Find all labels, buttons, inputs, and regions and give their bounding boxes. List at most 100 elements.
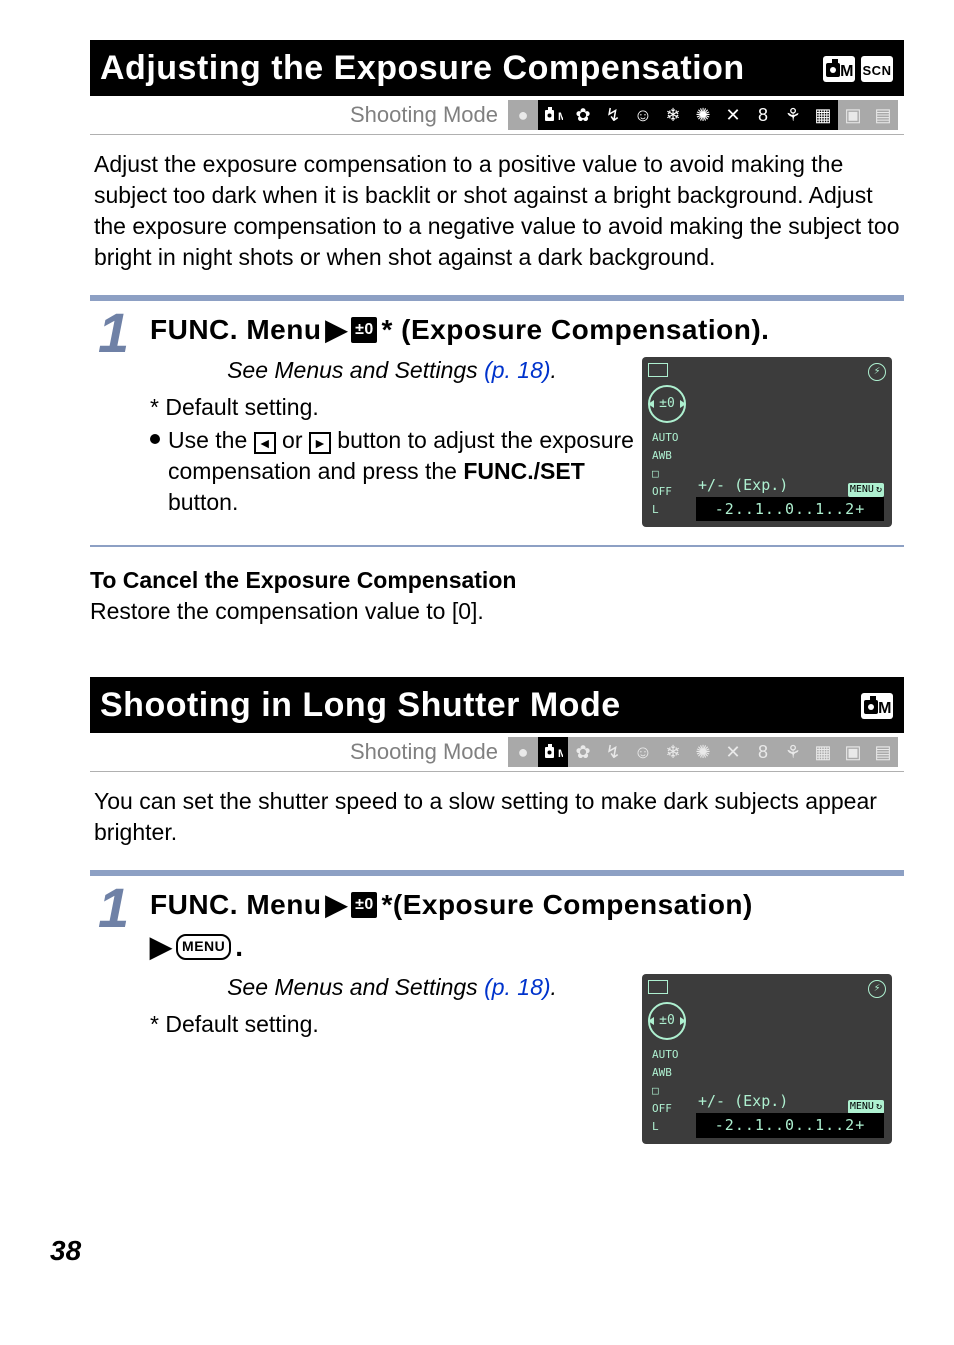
step2-title-a: FUNC. Menu bbox=[150, 886, 321, 924]
camera-screenshot: ⚡ ±0 AUTO AWB □ OFF L +/- (Exp.) MENU↻ -… bbox=[642, 357, 892, 527]
shot-scale: -2..1..0..1..2+ bbox=[696, 1113, 884, 1137]
step2-title-line2: ▶ MENU . bbox=[150, 928, 892, 966]
shot-left-column: AUTO AWB □ OFF L bbox=[652, 429, 679, 519]
see-menus-line-2: See Menus and Settings (p. 18). bbox=[150, 972, 634, 1003]
shot-size: L bbox=[652, 1118, 679, 1136]
triangle-right-icon: ▶ bbox=[150, 928, 172, 966]
shooting-mode-label: Shooting Mode bbox=[350, 100, 498, 130]
shot-off: OFF bbox=[652, 483, 679, 501]
mode-icon-stitch: ▣ bbox=[838, 100, 868, 130]
mode-icon-stitch: ▣ bbox=[838, 737, 868, 767]
mode-icon-snow: ❄ bbox=[658, 737, 688, 767]
step1-title-b: * (Exposure Compensation). bbox=[381, 311, 769, 349]
see-link-2[interactable]: (p. 18) bbox=[484, 974, 550, 1000]
section1-step: 1 FUNC. Menu ▶ ±0 * (Exposure Compensati… bbox=[90, 295, 904, 547]
camera-screenshot-2: ⚡ ±0 AUTO AWB □ OFF L +/- (Exp.) MENU↻ -… bbox=[642, 974, 892, 1144]
section2-step: 1 FUNC. Menu ▶ ±0 *(Exposure Compensatio… bbox=[90, 870, 904, 1152]
mode-icon-snow: ❄ bbox=[658, 100, 688, 130]
mode-icon-beach: ✕ bbox=[718, 737, 748, 767]
see-prefix: See Menus and Settings bbox=[227, 357, 484, 383]
mode-icon-macro: ✿ bbox=[568, 737, 598, 767]
shot-exp-dial: ±0 bbox=[648, 385, 686, 423]
svg-text:SCN: SCN bbox=[863, 63, 892, 78]
section1-shooting-row: Shooting Mode ● M ✿ ↯ ☺ ❄ ✺ ✕ 8 ⚘ ▦ ▣ ▤ bbox=[90, 96, 904, 135]
shot-awb: AWB bbox=[652, 1064, 679, 1082]
section1-title: Adjusting the Exposure Compensation bbox=[100, 46, 745, 92]
svg-text:M: M bbox=[878, 700, 892, 717]
mode-icon-fireworks: ✺ bbox=[688, 100, 718, 130]
camera-m-icon: M bbox=[822, 55, 856, 83]
shot-menu-text: MENU bbox=[850, 483, 874, 497]
mode-icon-portrait: ☺ bbox=[628, 100, 658, 130]
default-setting-2: * Default setting. bbox=[150, 1009, 634, 1040]
step1-title: FUNC. Menu ▶ ±0 * (Exposure Compensation… bbox=[150, 311, 892, 349]
mode-icon-foliage: ⚘ bbox=[778, 737, 808, 767]
shot-size: L bbox=[652, 501, 679, 519]
mode-icon-beach: ✕ bbox=[718, 100, 748, 130]
cancel-title: To Cancel the Exposure Compensation bbox=[90, 565, 904, 596]
shot-menu-badge: MENU↻ bbox=[848, 483, 884, 497]
step-number: 1 bbox=[98, 311, 142, 527]
mode-icon-auto: ● bbox=[508, 100, 538, 130]
menu-button-icon: MENU bbox=[176, 934, 231, 960]
shot-cam-icon bbox=[648, 363, 668, 377]
mode-icon-manual: M bbox=[538, 737, 568, 767]
exposure-icon: ±0 bbox=[351, 317, 377, 343]
shot-drive: □ bbox=[652, 465, 679, 483]
mode-icon-movie: ▤ bbox=[868, 100, 898, 130]
page-number: 38 bbox=[50, 1232, 904, 1270]
section1-header-icons: M SCN bbox=[822, 55, 894, 83]
mode-icon-sport: ↯ bbox=[598, 100, 628, 130]
shot-menu-badge: MENU↻ bbox=[848, 1100, 884, 1114]
section1-mode-strip: ● M ✿ ↯ ☺ ❄ ✺ ✕ 8 ⚘ ▦ ▣ ▤ bbox=[508, 100, 898, 130]
mode-icon-night: 8 bbox=[748, 100, 778, 130]
bullet-b: or bbox=[282, 427, 309, 453]
triangle-right-icon: ▶ bbox=[325, 311, 347, 349]
shot-drive: □ bbox=[652, 1082, 679, 1100]
bullet-bold: FUNC./SET bbox=[463, 458, 584, 484]
mode-icon-macro: ✿ bbox=[568, 100, 598, 130]
left-arrow-button: ◄ bbox=[254, 432, 276, 454]
svg-text:M: M bbox=[558, 111, 563, 123]
svg-text:M: M bbox=[840, 63, 854, 80]
section2-shooting-row: Shooting Mode ● M ✿ ↯ ☺ ❄ ✺ ✕ 8 ⚘ ▦ ▣ ▤ bbox=[90, 733, 904, 772]
svg-text:M: M bbox=[558, 748, 563, 760]
shot-exp-label: +/- (Exp.) bbox=[698, 1091, 788, 1111]
see-suffix: . bbox=[551, 357, 557, 383]
shot-left-column: AUTO AWB □ OFF L bbox=[652, 1046, 679, 1136]
step-number-2: 1 bbox=[98, 886, 142, 1144]
triangle-right-icon: ▶ bbox=[325, 886, 347, 924]
see-link[interactable]: (p. 18) bbox=[484, 357, 550, 383]
step2-title-b: *(Exposure Compensation) bbox=[381, 886, 752, 924]
shot-auto: AUTO bbox=[652, 1046, 679, 1064]
step2-title-end: . bbox=[235, 928, 243, 966]
mode-icon-foliage: ⚘ bbox=[778, 100, 808, 130]
mode-icon-manual: M bbox=[538, 100, 568, 130]
section1-header: Adjusting the Exposure Compensation M SC… bbox=[90, 40, 904, 96]
shot-exp-dial: ±0 bbox=[648, 1002, 686, 1040]
mode-icon-mosaic: ▦ bbox=[808, 100, 838, 130]
section2-title: Shooting in Long Shutter Mode bbox=[100, 683, 621, 729]
bullet-icon bbox=[150, 434, 160, 444]
shot-exp-label: +/- (Exp.) bbox=[698, 475, 788, 495]
cancel-body: Restore the compensation value to [0]. bbox=[90, 596, 904, 627]
step2-title: FUNC. Menu ▶ ±0 *(Exposure Compensation) bbox=[150, 886, 892, 924]
exposure-icon: ±0 bbox=[351, 892, 377, 918]
mode-icon-fireworks: ✺ bbox=[688, 737, 718, 767]
mode-icon-movie: ▤ bbox=[868, 737, 898, 767]
shot-off: OFF bbox=[652, 1100, 679, 1118]
shot-menu-arrow-icon: ↻ bbox=[876, 1100, 882, 1114]
section2-mode-strip: ● M ✿ ↯ ☺ ❄ ✺ ✕ 8 ⚘ ▦ ▣ ▤ bbox=[508, 737, 898, 767]
mode-icon-portrait: ☺ bbox=[628, 737, 658, 767]
shot-cam-icon bbox=[648, 980, 668, 994]
step1-title-a: FUNC. Menu bbox=[150, 311, 321, 349]
mode-icon-auto: ● bbox=[508, 737, 538, 767]
bullet-d: button. bbox=[168, 489, 238, 515]
default-setting: * Default setting. bbox=[150, 392, 634, 423]
see-menus-line: See Menus and Settings (p. 18). bbox=[150, 355, 634, 386]
shot-flash-icon: ⚡ bbox=[868, 363, 886, 381]
section2-body: You can set the shutter speed to a slow … bbox=[94, 786, 900, 848]
right-arrow-button: ► bbox=[309, 432, 331, 454]
section1-body: Adjust the exposure compensation to a po… bbox=[94, 149, 900, 273]
shot-awb: AWB bbox=[652, 447, 679, 465]
